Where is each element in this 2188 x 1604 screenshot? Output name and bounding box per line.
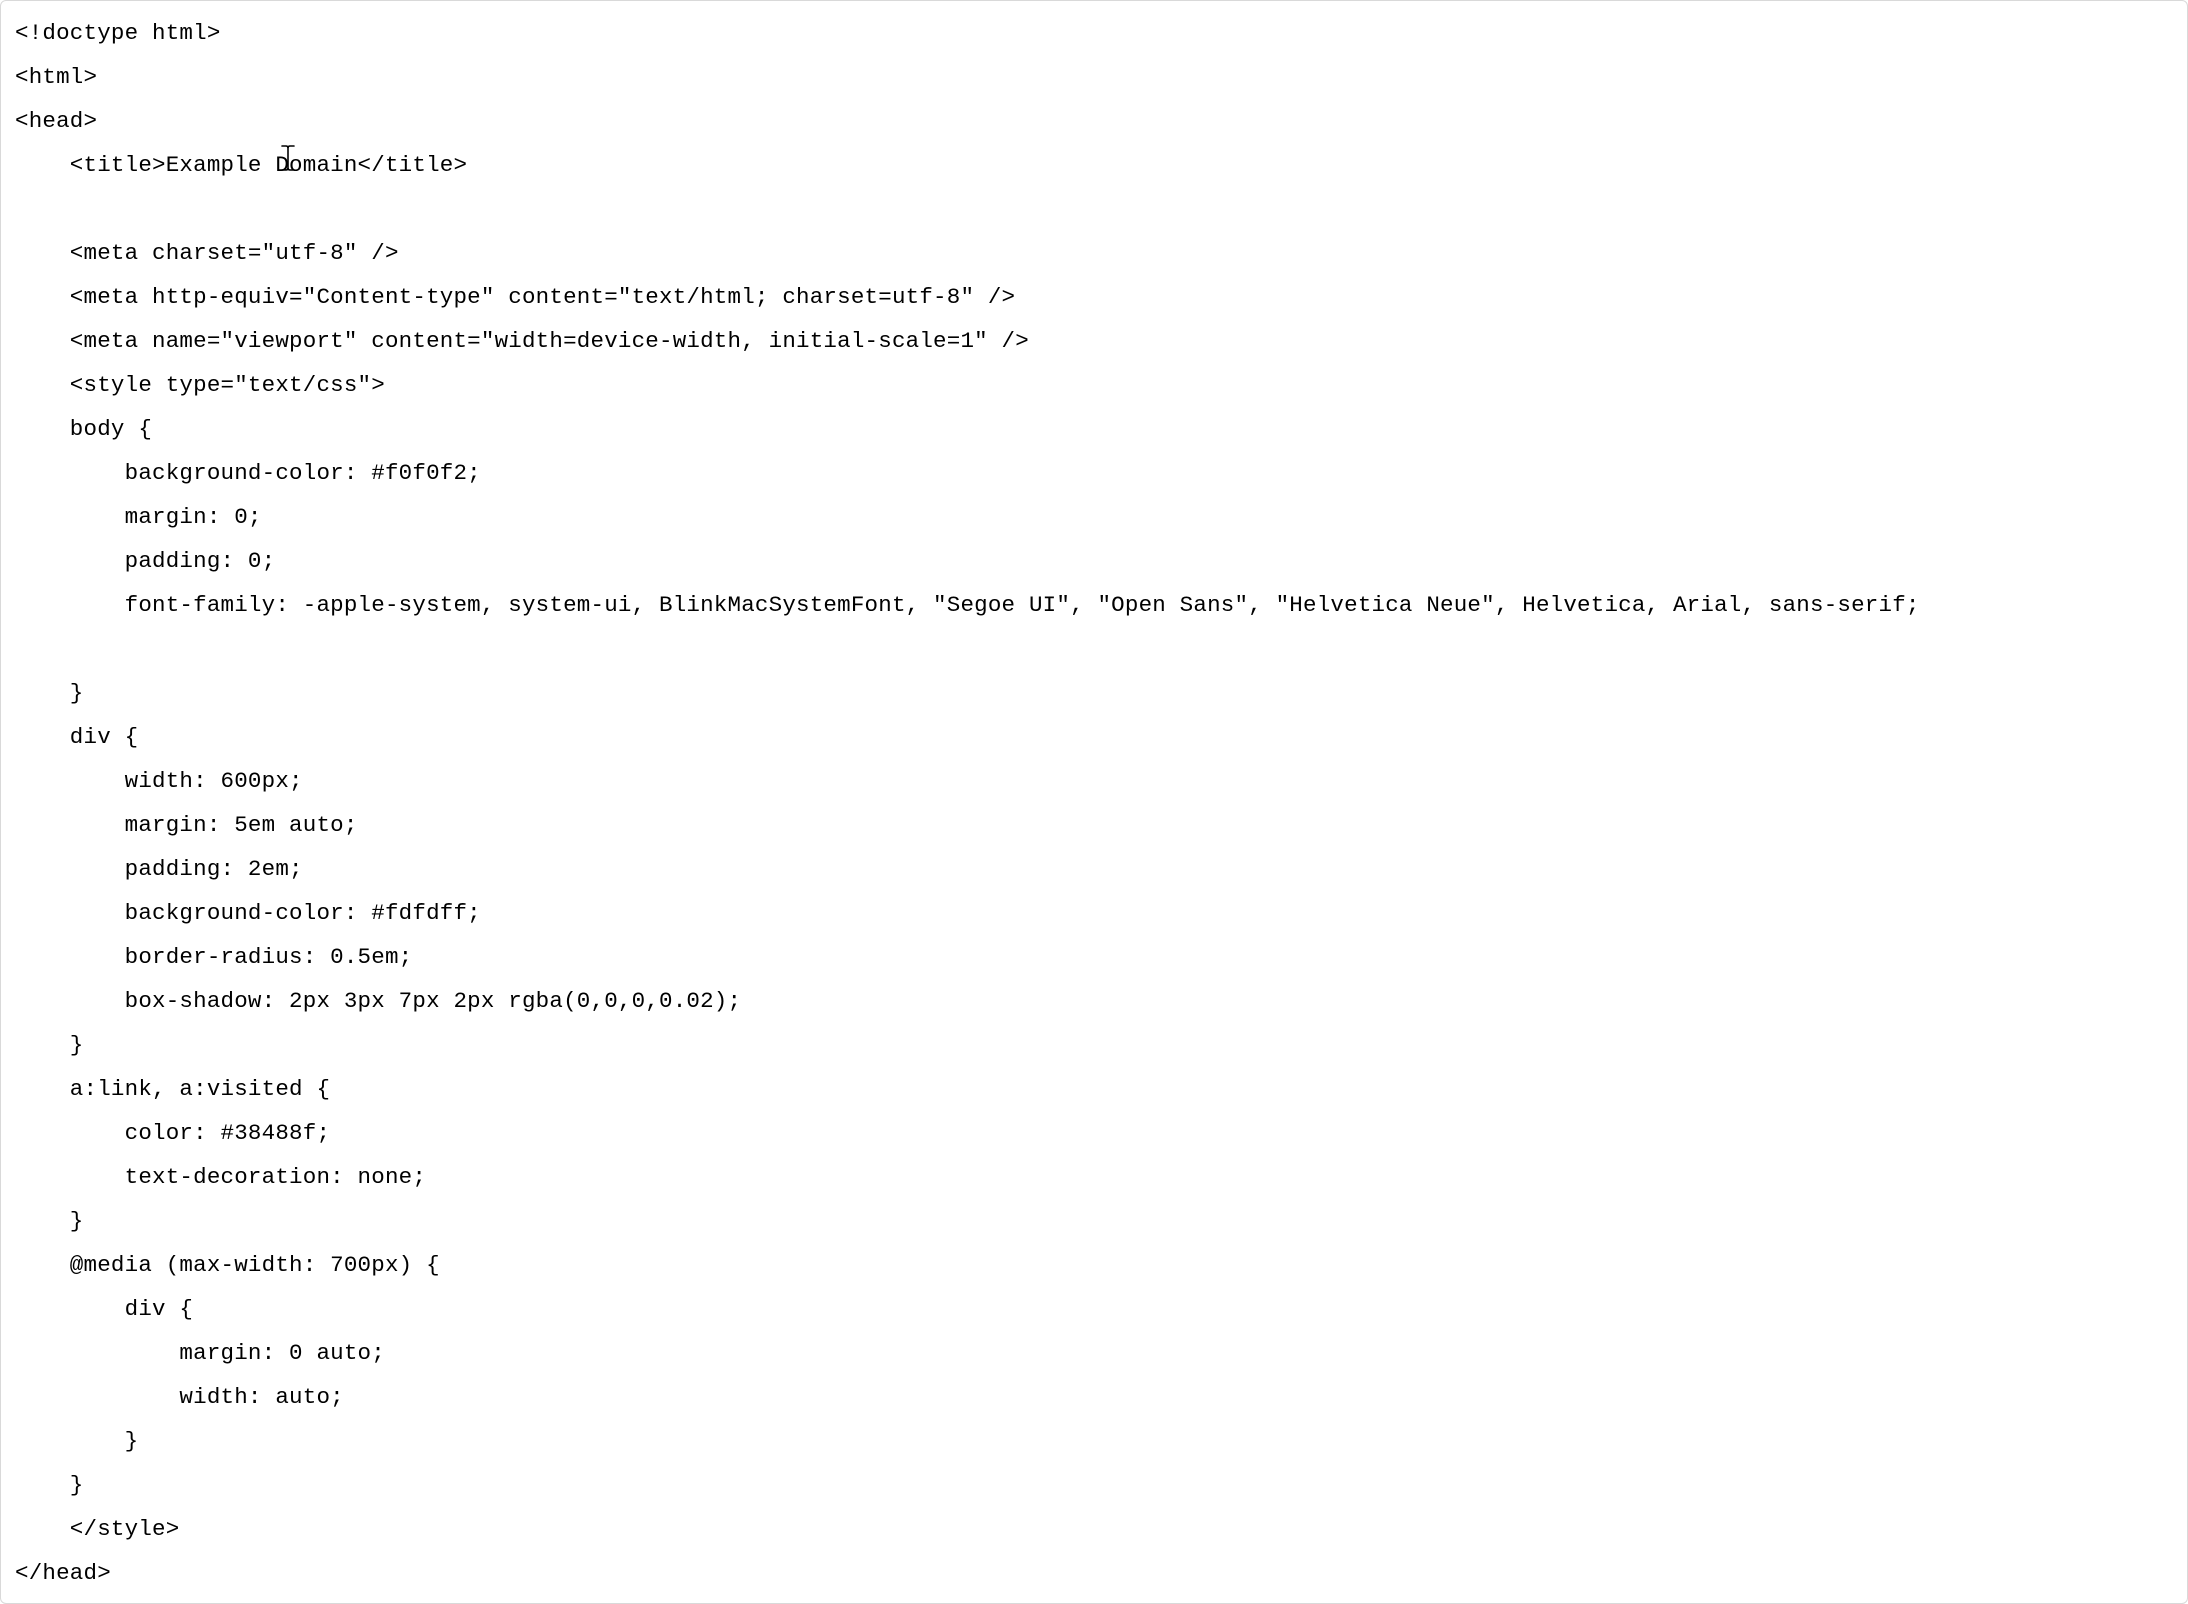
source-code-block[interactable]: <!doctype html> <html> <head> <title>Exa… — [1, 1, 2187, 1604]
code-viewer-panel: <!doctype html> <html> <head> <title>Exa… — [0, 0, 2188, 1604]
